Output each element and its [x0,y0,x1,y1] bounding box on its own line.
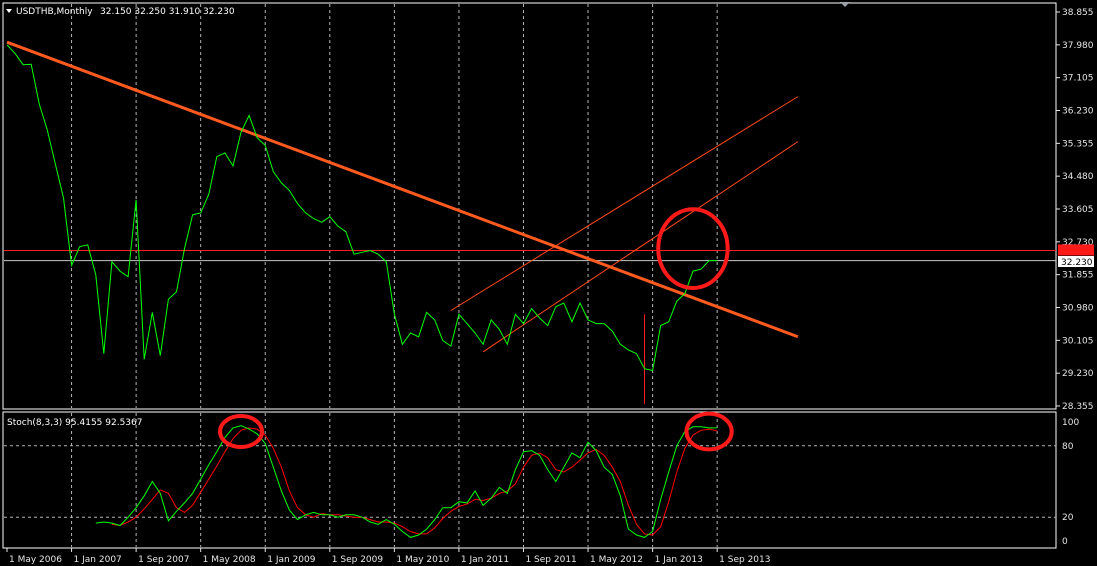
y-tick-label: 38.855 [1062,8,1094,18]
chart-root: 1 May 2006 1 Jan 2007 1 Sep 2007 1 May 2008… [0,0,1097,566]
y-tick-label: 29.230 [1062,369,1094,379]
y-tick-label: 36.230 [1062,107,1094,117]
x-tick-label: 1 Jan 2009 [267,555,315,565]
y-tick-label: 31.855 [1062,271,1094,281]
stoch-title: Stoch(8,3,3) 95.4155 92.5367 [7,418,142,428]
y-tick-label: 28.355 [1062,402,1094,412]
stoch-y-tick-label: 20 [1062,513,1074,523]
x-tick-label: 1 Jan 2013 [655,555,703,565]
x-tick-label: 1 Jan 2007 [74,555,122,565]
y-tick-label: 37.105 [1062,74,1094,84]
level-label-box [1058,244,1094,256]
y-tick-label: 35.355 [1062,139,1094,149]
y-tick-label: 30.105 [1062,336,1094,346]
y-tick-label: 30.980 [1062,304,1094,314]
chart-background [0,0,1097,566]
current-price-label: 32.230 [1061,258,1093,268]
x-tick-label: 1 Sep 2011 [525,555,576,565]
ohlc-values: 32.150 32.250 31.910 32.230 [100,7,235,17]
x-tick-label: 1 May 2006 [9,555,62,565]
y-tick-label: 34.480 [1062,172,1094,182]
x-tick-label: 1 Sep 2013 [719,555,770,565]
x-tick-label: 1 Jan 2011 [461,555,509,565]
symbol-title: USDTHB,Monthly [16,7,93,17]
x-tick-label: 1 May 2008 [203,555,256,565]
stoch-y-tick-label: 80 [1062,442,1074,452]
y-tick-label: 37.980 [1062,41,1094,51]
x-tick-label: 1 May 2012 [590,555,643,565]
y-tick-label: 33.605 [1062,205,1094,215]
stoch-y-tick-label: 0 [1062,537,1068,547]
x-tick-label: 1 Sep 2007 [138,555,189,565]
stoch-y-tick-label: 100 [1062,418,1079,428]
x-tick-label: 1 Sep 2009 [332,555,384,565]
x-tick-label: 1 May 2010 [396,555,449,565]
